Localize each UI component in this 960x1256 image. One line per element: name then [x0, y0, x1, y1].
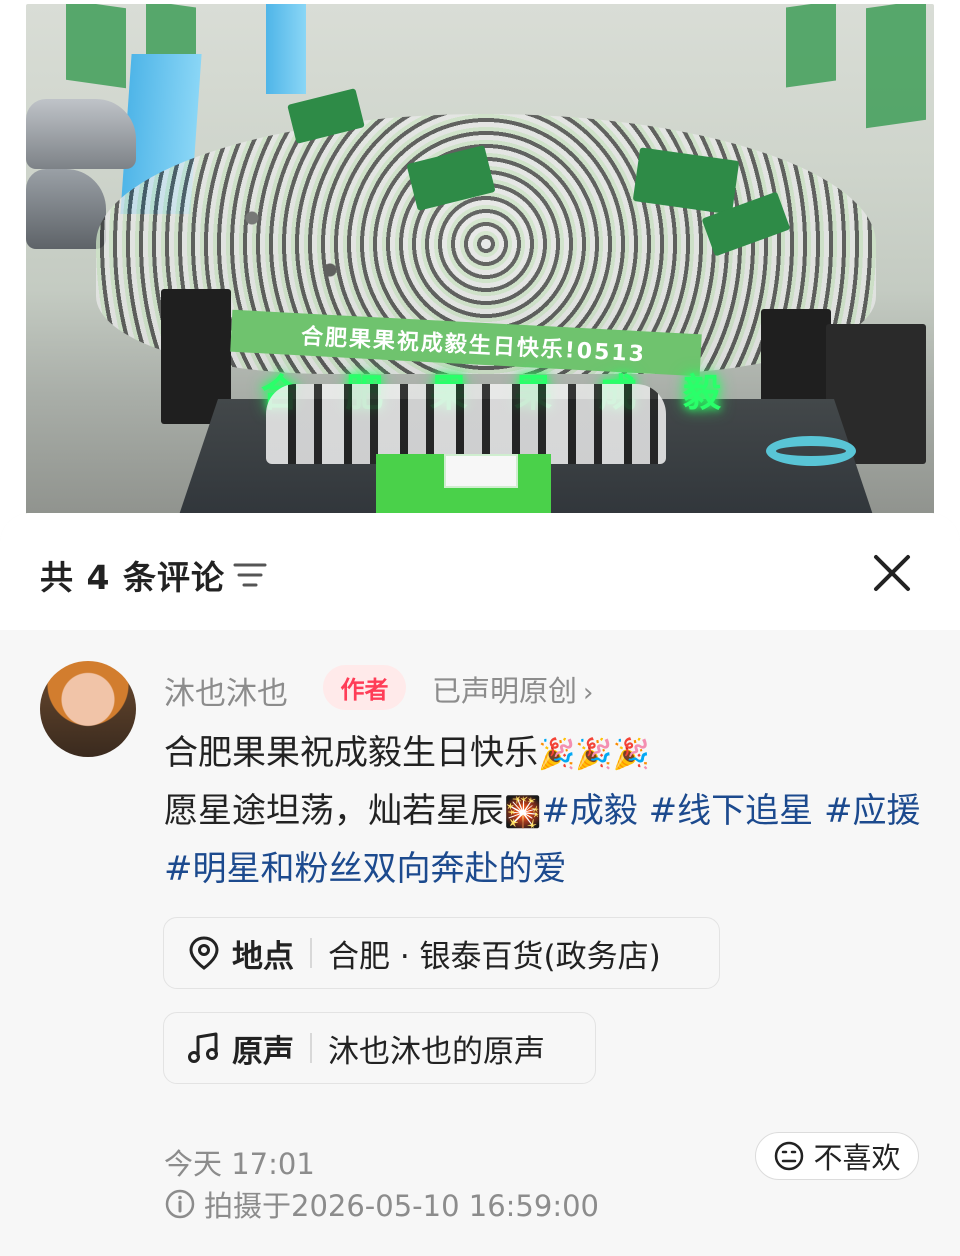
hashtag-link[interactable]: #成毅	[541, 791, 638, 831]
sort-icon[interactable]	[233, 561, 267, 589]
fireworks-emoji: 🎇	[504, 795, 542, 830]
author-name[interactable]: 沐也沐也	[164, 668, 288, 713]
dislike-face-icon	[775, 1141, 804, 1171]
close-icon[interactable]	[870, 551, 914, 595]
comment-sheet: 共 4 条评论 沐也沐也 作者 已声明原创 › 合肥果果祝成毅生日快乐🎉🎉🎉 愿星…	[0, 513, 960, 1256]
post-text: 合肥果果祝成毅生日快乐	[164, 733, 538, 773]
blue-pillar	[266, 4, 306, 94]
post-description: 合肥果果祝成毅生日快乐🎉🎉🎉 愿星途坦荡，灿若星辰🎇#成毅 #线下追星 #应援 …	[164, 725, 924, 898]
post-text: 愿星途坦荡，灿若星辰	[164, 791, 504, 831]
original-declaration-label: 已声明原创	[432, 674, 578, 708]
hashtag-link[interactable]: #应援	[824, 791, 921, 831]
hashtag-link[interactable]: #线下追星	[649, 791, 814, 831]
post-photo[interactable]: 合肥果果祝成毅生日快乐!0513 合 肥 果 果 成 毅	[0, 0, 960, 545]
hanging-banner	[66, 4, 126, 89]
hashtag-link[interactable]: #明星和粉丝双向奔赴的爱	[164, 849, 567, 889]
seated-fans	[266, 384, 666, 464]
dislike-label: 不喜欢	[813, 1141, 901, 1175]
post-line-1: 合肥果果祝成毅生日快乐🎉🎉🎉	[164, 725, 924, 783]
car	[26, 99, 136, 169]
chevron-right-icon: ›	[583, 678, 594, 708]
divider	[310, 1033, 312, 1063]
location-label: 地点	[232, 938, 294, 975]
hanging-banner	[786, 4, 836, 88]
comment-sheet-header: 共 4 条评论	[0, 513, 960, 630]
comment-count: 共 4 条评论	[40, 558, 225, 597]
info-icon	[165, 1189, 195, 1219]
music-value: 沐也沐也的原声	[328, 1033, 545, 1070]
music-label: 原声	[232, 1033, 294, 1070]
shot-at-text: 拍摄于2026-05-10 16:59:00	[204, 1189, 599, 1223]
music-chip[interactable]: 原声 沐也沐也的原声	[163, 1012, 596, 1084]
neon-char: 毅	[682, 370, 721, 415]
lifebuoy-decoration	[766, 436, 856, 466]
post-time: 今天 17:01	[164, 1147, 315, 1181]
post-line-2: 愿星途坦荡，灿若星辰🎇#成毅 #线下追星 #应援 #明星和粉丝双向奔赴的爱	[164, 783, 924, 898]
divider	[310, 938, 312, 968]
location-value: 合肥 · 银泰百货(政务店)	[328, 938, 661, 975]
author-avatar[interactable]	[40, 661, 136, 757]
location-pin-icon	[189, 936, 219, 970]
original-declaration-link[interactable]: 已声明原创 ›	[432, 668, 593, 710]
author-badge: 作者	[323, 665, 406, 710]
birthday-cake	[444, 454, 518, 488]
shot-at-line: 拍摄于2026-05-10 16:59:00	[164, 1183, 599, 1225]
car	[26, 169, 106, 249]
location-chip[interactable]: 地点 合肥 · 银泰百货(政务店)	[163, 917, 720, 989]
event-photo: 合肥果果祝成毅生日快乐!0513 合 肥 果 果 成 毅	[26, 4, 934, 524]
hanging-banner	[866, 4, 926, 129]
party-popper-emoji: 🎉🎉🎉	[538, 737, 651, 772]
dislike-button[interactable]: 不喜欢	[755, 1132, 919, 1180]
music-note-icon	[188, 1032, 218, 1063]
